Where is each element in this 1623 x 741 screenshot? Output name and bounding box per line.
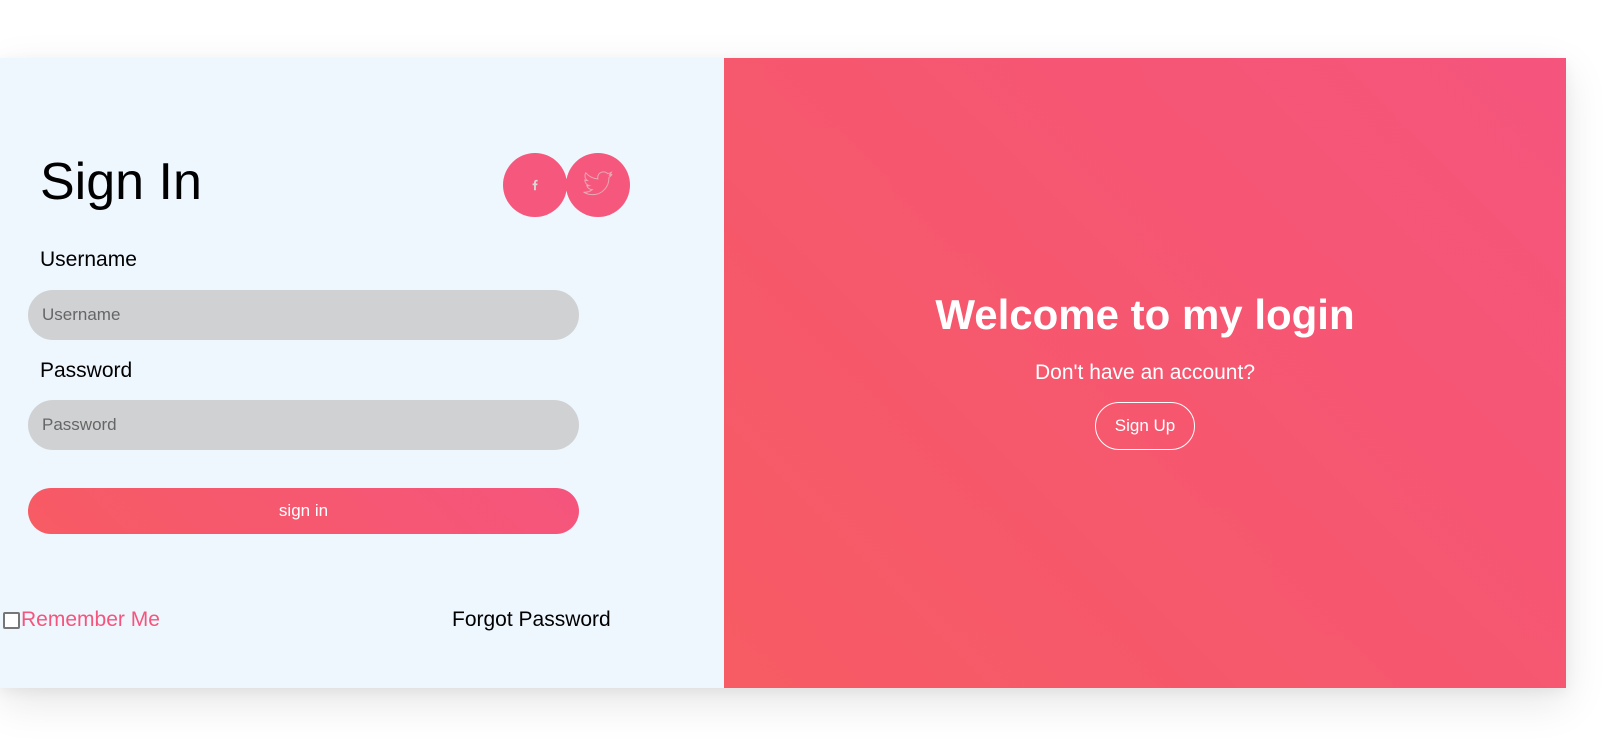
remember-me-checkbox[interactable] bbox=[3, 611, 20, 629]
forgot-password-link[interactable]: Forgot Password bbox=[452, 608, 611, 632]
twitter-icon bbox=[583, 171, 613, 196]
signup-button[interactable]: Sign Up bbox=[1094, 402, 1196, 450]
facebook-button[interactable] bbox=[503, 153, 567, 217]
remember-me[interactable]: Remember Me bbox=[3, 608, 160, 632]
twitter-button[interactable] bbox=[566, 153, 630, 217]
no-account-text: Don't have an account? bbox=[1035, 361, 1255, 384]
username-label: Username bbox=[40, 248, 137, 271]
welcome-panel: Welcome to my login Don't have an accoun… bbox=[724, 58, 1566, 688]
facebook-icon bbox=[532, 179, 538, 191]
password-label: Password bbox=[40, 359, 133, 382]
remember-me-label: Remember Me bbox=[21, 608, 160, 631]
signin-button[interactable]: sign in bbox=[28, 488, 579, 534]
signin-title: Sign In bbox=[40, 153, 202, 211]
username-input[interactable] bbox=[28, 290, 579, 340]
password-input[interactable] bbox=[28, 400, 579, 450]
signin-panel: Sign In Username Password sign in Rememb… bbox=[0, 58, 724, 688]
login-card: Sign In Username Password sign in Rememb… bbox=[0, 58, 1566, 688]
welcome-heading: Welcome to my login bbox=[935, 291, 1355, 338]
